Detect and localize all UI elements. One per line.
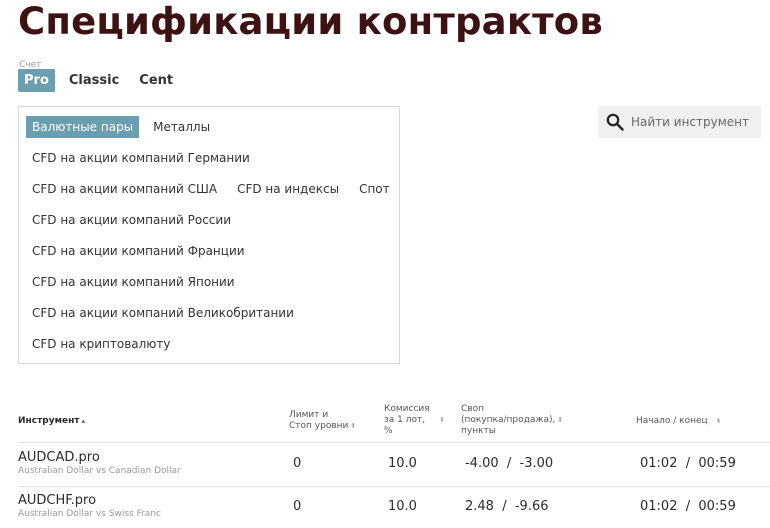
sort-icon: ⬍ — [350, 422, 357, 430]
commission-value: 10.0 — [388, 499, 417, 514]
search-icon[interactable] — [606, 113, 624, 131]
limit-value: 0 — [293, 456, 302, 471]
header-commission-line2: за 1 лот, — [384, 415, 426, 425]
category-row: CFD на акции компаний России — [26, 209, 245, 231]
limit-value: 0 — [293, 499, 302, 514]
category-row: CFD на акции компаний США CFD на индексы… — [26, 178, 404, 200]
category-panel: Валютные пары Металлы CFD на акции компа… — [18, 106, 400, 364]
tab-cent[interactable]: Cent — [133, 69, 179, 92]
sort-icon: ⬍ — [439, 416, 445, 424]
swap-value: -4.00 / -3.00 — [465, 456, 554, 471]
category-metals[interactable]: Металлы — [147, 116, 216, 138]
header-limit-line2: Стоп уровни — [289, 421, 349, 431]
sort-icon: ⬍ — [557, 416, 564, 424]
category-row: CFD на криптовалюту — [26, 333, 184, 355]
page-title: Спецификации контрактов — [18, 0, 604, 43]
category-cfd-crypto[interactable]: CFD на криптовалюту — [26, 333, 176, 355]
header-swap-line3: пункты — [461, 426, 496, 436]
swap-value: 2.48 / -9.66 — [465, 499, 549, 514]
divider — [18, 442, 770, 443]
category-row: CFD на акции компаний Японии — [26, 271, 249, 293]
category-cfd-germany[interactable]: CFD на акции компаний Германии — [26, 147, 256, 169]
search-box — [598, 106, 761, 138]
header-limit-line1: Лимит и — [289, 410, 329, 420]
instrument-symbol[interactable]: AUDCAD.pro — [18, 450, 100, 465]
category-cfd-indices[interactable]: CFD на индексы — [231, 178, 345, 200]
header-commission-line3: % — [384, 426, 393, 436]
category-cfd-uk[interactable]: CFD на акции компаний Великобритании — [26, 302, 300, 324]
search-input[interactable] — [631, 115, 761, 129]
category-row: CFD на акции компаний Франции — [26, 240, 259, 262]
category-cfd-france[interactable]: CFD на акции компаний Франции — [26, 240, 251, 262]
tab-classic[interactable]: Classic — [63, 69, 125, 92]
header-swap-line2: (покупка/продажа), — [461, 415, 556, 425]
header-instrument[interactable]: Инструмент ▴ — [18, 416, 85, 427]
instrument-symbol[interactable]: AUDCHF.pro — [18, 493, 96, 508]
category-currency-pairs[interactable]: Валютные пары — [26, 116, 140, 138]
header-time-label: Начало / конец — [636, 416, 708, 426]
sort-asc-icon: ▴ — [81, 417, 86, 425]
header-limit[interactable]: Лимит и Стоп уровни ⬍ — [289, 410, 356, 432]
instrument-description: Australian Dollar vs Swiss Franc — [18, 509, 161, 519]
sort-icon: ⬍ — [715, 417, 722, 425]
account-type-tabs: Pro Classic Cent — [18, 69, 187, 92]
category-row: CFD на акции компаний Великобритании — [26, 302, 308, 324]
category-spot[interactable]: Спот — [353, 178, 396, 200]
header-instrument-label: Инструмент — [18, 416, 80, 426]
divider — [18, 486, 770, 487]
header-swap-line1: Своп — [461, 404, 484, 414]
tab-pro[interactable]: Pro — [18, 69, 55, 92]
header-swap[interactable]: Своп (покупка/продажа), ⬍ пункты — [461, 404, 563, 437]
category-cfd-russia[interactable]: CFD на акции компаний России — [26, 209, 237, 231]
commission-value: 10.0 — [388, 456, 417, 471]
session-time-value: 01:02 / 00:59 — [640, 499, 736, 514]
instrument-description: Australian Dollar vs Canadian Dollar — [18, 466, 181, 476]
session-time-value: 01:02 / 00:59 — [640, 456, 736, 471]
header-commission-line1: Комиссия — [384, 404, 430, 414]
header-commission[interactable]: Комиссия за 1 лот, ⬍ % — [384, 404, 445, 437]
category-cfd-usa[interactable]: CFD на акции компаний США — [26, 178, 223, 200]
category-cfd-japan[interactable]: CFD на акции компаний Японии — [26, 271, 241, 293]
header-time[interactable]: Начало / конец ⬍ — [636, 416, 722, 427]
category-row: CFD на акции компаний Германии — [26, 147, 264, 169]
category-row: Валютные пары Металлы — [26, 116, 224, 138]
